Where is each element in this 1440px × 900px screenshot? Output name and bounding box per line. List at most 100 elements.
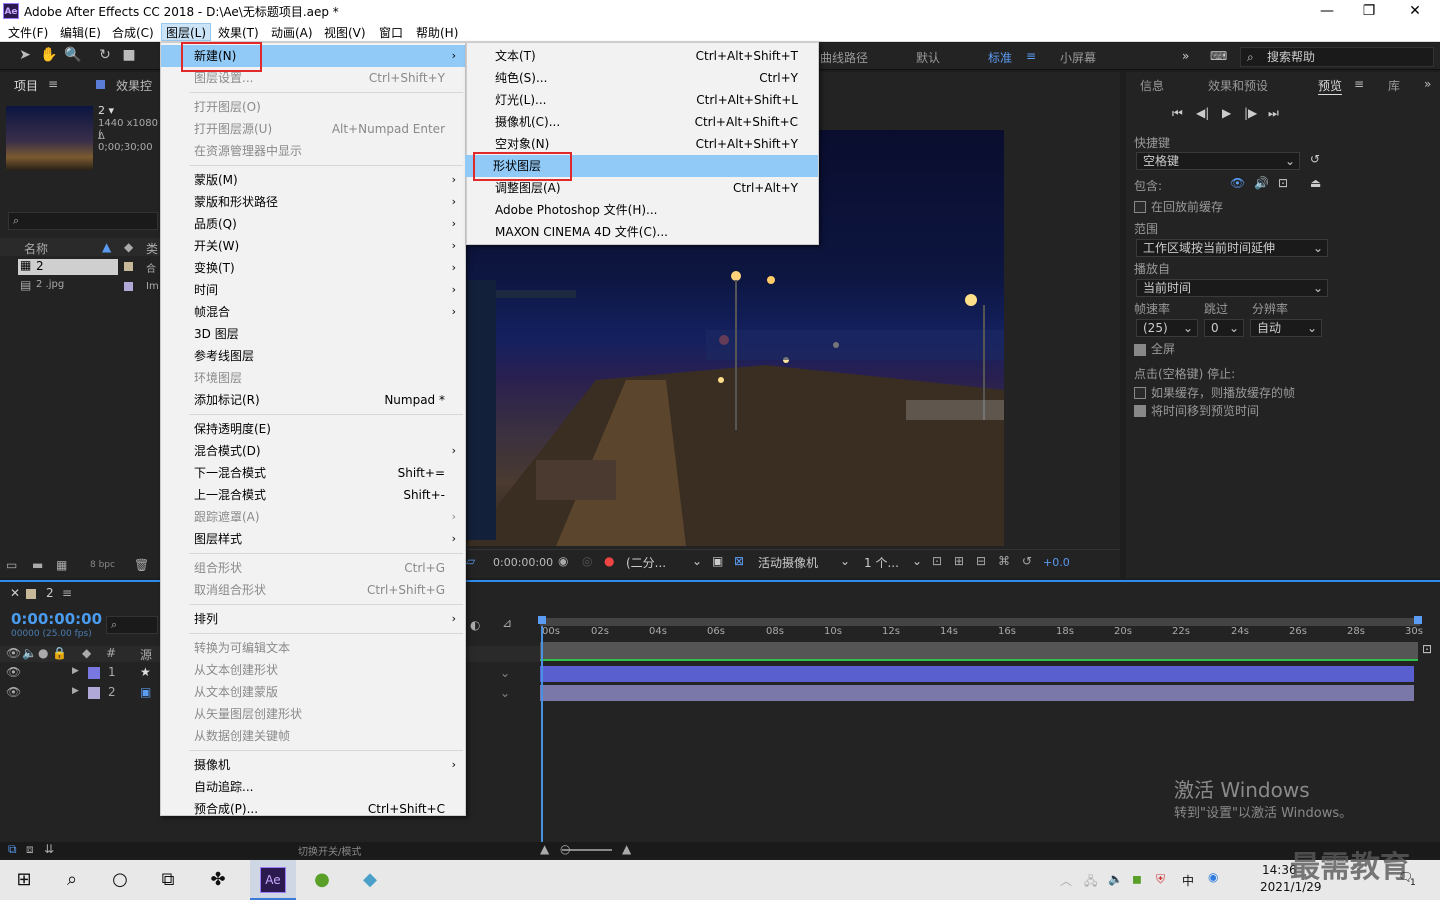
project-row-comp[interactable]: ▦ 2 [18,258,118,275]
layer-menu-item[interactable]: 自动追踪... [161,776,465,798]
zoom-slider-handle[interactable]: ○ [560,842,570,856]
search-icon[interactable]: ⌕ [58,866,86,894]
notepad-app-icon[interactable]: ◆ [356,866,384,894]
flowchart-icon[interactable]: ⊟ [976,554,986,568]
work-area-bar[interactable] [540,618,1420,626]
network-icon[interactable]: 🖧 [1084,872,1097,893]
expand-arrow-icon[interactable]: ▶ [72,666,79,676]
layer-menu-item[interactable]: 蒙版和形状路径 › [161,191,465,213]
col-type[interactable]: 类 [146,240,158,257]
qq-icon[interactable]: ◉ [1208,870,1218,884]
close-button[interactable]: ✕ [1392,2,1438,20]
menu-animation[interactable]: 动画(A) [267,24,317,41]
include-video-icon[interactable]: 👁 [1230,176,1245,190]
tab-menu-icon[interactable]: ≡ [62,586,72,600]
camera-tool-icon[interactable]: ■ [120,47,138,65]
zoom-out-icon[interactable]: ▲ [540,842,549,856]
skip-select[interactable]: 0 ⌄ [1204,319,1244,337]
visibility-eye-icon[interactable]: 👁 [6,685,21,699]
prev-frame-icon[interactable]: ◀| [1196,106,1209,120]
workspace-menu-icon[interactable]: ≡ [1026,49,1036,63]
hand-tool-icon[interactable]: ✋ [40,47,58,65]
play-icon[interactable]: ▶ [1222,106,1231,120]
layer-menu-item[interactable]: 品质(Q) › [161,213,465,235]
network-icon[interactable]: ⌘ [998,554,1010,568]
mode-dropdown-icon[interactable]: ⌄ [500,686,510,700]
lock-switch-icon[interactable]: 🔒 [52,646,67,660]
taskbar-after-effects[interactable]: Ae [250,860,296,900]
trash-icon[interactable]: 🗑 [134,558,149,572]
workspace-standard[interactable]: 标准 [988,49,1012,66]
menu-window[interactable]: 窗口 [375,24,407,41]
layer-menu-item[interactable]: 开关(W) › [161,235,465,257]
layer-menu-item[interactable]: 上一混合模式 Shift+- [161,484,465,506]
move-time-checkbox[interactable] [1134,405,1146,417]
tab-info[interactable]: 信息 [1140,77,1164,94]
motion-blur-icon[interactable]: ◐ [470,618,480,632]
include-overlay-icon[interactable]: ⊡ [1278,176,1288,190]
col-name[interactable]: 名称 [24,240,48,257]
new-submenu-item[interactable]: 纯色(S)... Ctrl+Y [467,67,818,89]
timeline-search-input[interactable]: ⌕ [106,616,158,634]
layer-menu-item[interactable]: 蒙版(M) › [161,169,465,191]
layer-menu-item[interactable]: 排列 › [161,608,465,630]
fullscreen-checkbox[interactable] [1134,344,1146,356]
mode-dropdown-icon[interactable]: ⌄ [500,666,510,680]
show-snapshot-icon[interactable]: ◎ [582,554,592,568]
in-out-icon[interactable]: ⇊ [44,842,54,856]
next-frame-icon[interactable]: |▶ [1244,106,1257,120]
new-submenu-item[interactable]: 调整图层(A) Ctrl+Alt+Y [467,177,818,199]
tab-project-menu-icon[interactable]: ≡ [48,77,58,91]
range-select[interactable]: 工作区域按当前时间延伸 ⌄ [1136,239,1328,257]
tab-effects-presets[interactable]: 效果和预设 [1208,77,1268,94]
video-switch-icon[interactable]: 👁 [6,646,21,660]
tab-library[interactable]: 库 [1388,77,1400,94]
tab-effects-controls[interactable]: 效果控 [116,77,152,94]
layer-menu-item[interactable]: 混合模式(D) › [161,440,465,462]
col-layer-number[interactable]: # [106,646,116,660]
tab-menu-icon[interactable]: ≡ [1354,77,1364,91]
panel-overflow-icon[interactable]: » [1424,77,1431,91]
renderer-icon[interactable]: ⊞ [954,554,964,568]
layer-menu-item[interactable]: 下一混合模式 Shift+= [161,462,465,484]
menu-composition[interactable]: 合成(C) [108,24,158,41]
security-icon[interactable]: ⛨ [1156,872,1165,887]
include-audio-icon[interactable]: 🔊 [1254,176,1269,190]
project-row-image[interactable]: ▤ 2 .jpg [18,278,118,295]
tray-expand-icon[interactable]: ︿ [1060,872,1072,889]
rotate-tool-icon[interactable]: ↻ [96,47,114,65]
workspace-overflow-icon[interactable]: » [1182,49,1189,63]
zoom-in-icon[interactable]: ▲ [622,842,631,856]
export-icon[interactable]: ⏏ [1310,176,1321,190]
nvidia-icon[interactable]: ◼ [1132,872,1142,886]
play-from-select[interactable]: 当前时间 ⌄ [1136,279,1328,297]
layer-row[interactable]: 👁 ▶ 1 ★ [0,664,160,682]
toggle-pixel-aspect-icon[interactable]: ⊡ [932,554,942,568]
expand-arrow-icon[interactable]: ▶ [72,686,79,696]
new-submenu-item[interactable]: Adobe Photoshop 文件(H)... [467,199,818,221]
first-frame-icon[interactable]: ⏮ [1172,106,1183,121]
if-cached-checkbox[interactable] [1134,387,1146,399]
visibility-eye-icon[interactable]: 👁 [6,665,21,679]
zoom-tool-icon[interactable]: 🔍 [64,47,82,65]
new-submenu-item[interactable]: 文本(T) Ctrl+Alt+Shift+T [467,45,818,67]
menu-effect[interactable]: 效果(T) [214,24,263,41]
transfer-controls-icon[interactable]: ⧈ [26,842,34,857]
layer-menu-item[interactable]: 参考线图层 [161,345,465,367]
comp-current-time[interactable]: 0:00:00:00 [493,556,553,569]
label-tag-icon[interactable]: ◆ [124,240,133,254]
new-submenu-item[interactable]: 灯光(L)... Ctrl+Alt+Shift+L [467,89,818,111]
layer-menu-item[interactable]: 摄像机 › [161,754,465,776]
channel-icon[interactable]: ● [604,554,614,568]
menu-help[interactable]: 帮助(H) [412,24,462,41]
col-source-name[interactable]: 源 [140,646,152,663]
frame-rate-select[interactable]: (25) ⌄ [1136,319,1198,337]
fast-previews-icon[interactable]: ▣ [712,554,723,568]
transparency-grid-icon[interactable]: ⊠ [734,554,744,568]
menu-file[interactable]: 文件(F) [4,24,52,41]
view-layout-select[interactable]: 1 个... ⌄ [864,554,926,572]
layer-menu-item[interactable]: 保持透明度(E) [161,418,465,440]
layer-1-bar[interactable] [540,666,1414,682]
selection-tool-icon[interactable]: ➤ [16,47,34,65]
menu-layer[interactable]: 图层(L) [161,23,212,41]
